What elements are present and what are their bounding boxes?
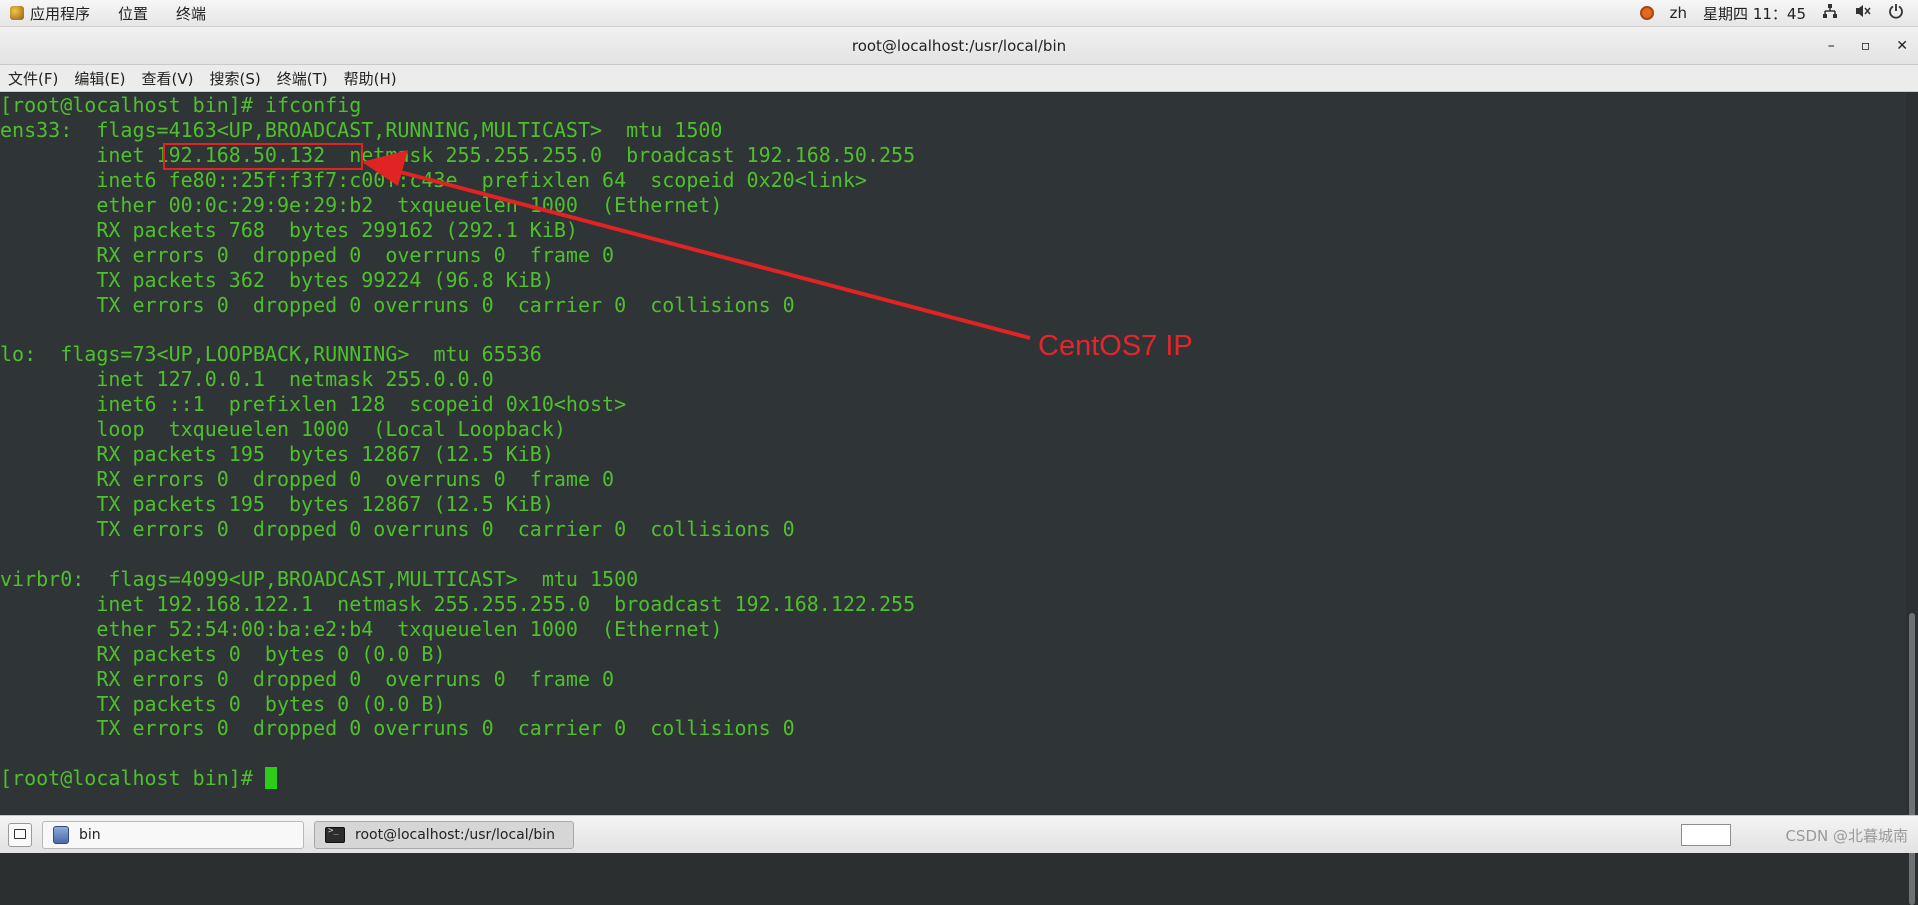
terminal-line: RX errors 0 dropped 0 overruns 0 frame 0 <box>0 467 615 492</box>
taskbar: bin root@localhost:/usr/local/bin CSDN @… <box>0 815 1918 853</box>
power-icon[interactable] <box>1888 3 1904 23</box>
terminal-line: TX errors 0 dropped 0 overruns 0 carrier… <box>0 716 795 741</box>
terminal-line: inet 127.0.0.1 netmask 255.0.0.0 <box>0 367 494 392</box>
terminal-line: ether 52:54:00:ba:e2:b4 txqueuelen 1000 … <box>0 616 723 641</box>
terminal-text: [root@localhost bin]# ifconfig ens33: fla… <box>0 93 1906 791</box>
system-status: zh 星期四 11：45 <box>1639 3 1918 24</box>
terminal-line: RX packets 768 bytes 299162 (292.1 KiB) <box>0 217 578 242</box>
shell-prompt: [root@localhost bin]# <box>0 766 265 791</box>
menu-search[interactable]: 搜索(S) <box>210 68 261 89</box>
terminal-line: TX errors 0 dropped 0 overruns 0 carrier… <box>0 292 795 317</box>
workspace-switcher[interactable] <box>1681 824 1731 846</box>
menu-edit[interactable]: 编辑(E) <box>74 68 125 89</box>
watermark: CSDN @北暮城南 <box>1785 827 1908 845</box>
terminal-line: lo: flags=73<UP,LOOPBACK,RUNNING> mtu 65… <box>0 342 542 367</box>
task-bin[interactable]: bin <box>42 820 304 849</box>
terminal-line: inet 192.168.122.1 netmask 255.255.255.0… <box>0 591 916 616</box>
terminal-line: inet6 fe80::25f:f3f7:c00f:c43e prefixlen… <box>0 167 867 192</box>
terminal-line: RX errors 0 dropped 0 overruns 0 frame 0 <box>0 242 615 267</box>
window-title: root@localhost:/usr/local/bin <box>851 36 1067 55</box>
menu-terminal[interactable]: 终端(T) <box>277 68 328 89</box>
terminal-cursor <box>264 767 277 790</box>
top-bar: 应用程序 位置 终端 zh 星期四 11：45 <box>0 0 1918 27</box>
ip-highlight-box <box>163 143 363 170</box>
window-controls: – ▫ ✕ <box>1828 27 1908 64</box>
terminal-line: ether 00:0c:29:9e:29:b2 txqueuelen 1000 … <box>0 192 723 217</box>
maximize-button[interactable]: ▫ <box>1861 38 1871 54</box>
menu-view[interactable]: 查看(V) <box>142 68 194 89</box>
task-label: bin <box>79 826 101 843</box>
terminal-menubar: 文件(F) 编辑(E) 查看(V) 搜索(S) 终端(T) 帮助(H) <box>0 65 1918 92</box>
menu-help[interactable]: 帮助(H) <box>344 68 397 89</box>
applications-menu[interactable]: 应用程序 <box>10 3 90 24</box>
applications-label: 应用程序 <box>30 4 91 23</box>
input-language[interactable]: zh <box>1670 4 1687 22</box>
places-label: 位置 <box>118 4 149 23</box>
places-menu[interactable]: 位置 <box>118 3 148 24</box>
terminal-line: TX errors 0 dropped 0 overruns 0 carrier… <box>0 516 795 541</box>
terminal-line: TX packets 362 bytes 99224 (96.8 KiB) <box>0 267 554 292</box>
applications-icon <box>10 6 24 20</box>
terminal-line: inet6 ::1 prefixlen 128 scopeid 0x10<hos… <box>0 392 627 417</box>
task-terminal[interactable]: root@localhost:/usr/local/bin <box>314 820 574 849</box>
minimize-button[interactable]: – <box>1828 38 1835 54</box>
network-icon[interactable] <box>1822 3 1838 23</box>
terminal-line: TX packets 195 bytes 12867 (12.5 KiB) <box>0 492 554 516</box>
prompt-line: [root@localhost bin]# <box>0 766 1906 791</box>
show-desktop-button[interactable] <box>8 822 32 847</box>
close-button[interactable]: ✕ <box>1896 38 1908 54</box>
terminal-output[interactable]: [root@localhost bin]# ifconfig ens33: fla… <box>0 93 1906 815</box>
terminal-line: RX packets 195 bytes 12867 (12.5 KiB) <box>0 442 554 467</box>
terminal-line: [root@localhost bin]# ifconfig <box>0 93 362 117</box>
terminal-app-menu[interactable]: 终端 <box>176 3 206 24</box>
menu-file[interactable]: 文件(F) <box>8 68 58 89</box>
terminal-line: virbr0: flags=4099<UP,BROADCAST,MULTICAS… <box>0 566 639 591</box>
scrollbar-thumb[interactable] <box>1909 613 1915 905</box>
terminal-icon <box>325 826 345 843</box>
task-label: root@localhost:/usr/local/bin <box>355 826 555 843</box>
terminal-line: RX errors 0 dropped 0 overruns 0 frame 0 <box>0 666 615 691</box>
terminal-line: RX packets 0 bytes 0 (0.0 B) <box>0 641 446 666</box>
folder-icon <box>53 825 69 844</box>
top-menu: 应用程序 位置 终端 <box>0 3 206 24</box>
terminal-app-label: 终端 <box>176 4 207 23</box>
window-titlebar[interactable]: root@localhost:/usr/local/bin – ▫ ✕ <box>0 27 1918 65</box>
volume-icon[interactable] <box>1854 3 1872 23</box>
annotation-label: CentOS7 IP <box>1038 330 1193 362</box>
terminal-line: TX packets 0 bytes 0 (0.0 B) <box>0 691 446 716</box>
terminal-scrollbar[interactable] <box>1906 93 1918 905</box>
clock[interactable]: 星期四 11：45 <box>1703 3 1806 24</box>
terminal-line: ens33: flags=4163<UP,BROADCAST,RUNNING,M… <box>0 117 723 142</box>
notification-icon[interactable] <box>1639 6 1654 20</box>
terminal-line: loop txqueuelen 1000 (Local Loopback) <box>0 417 566 442</box>
